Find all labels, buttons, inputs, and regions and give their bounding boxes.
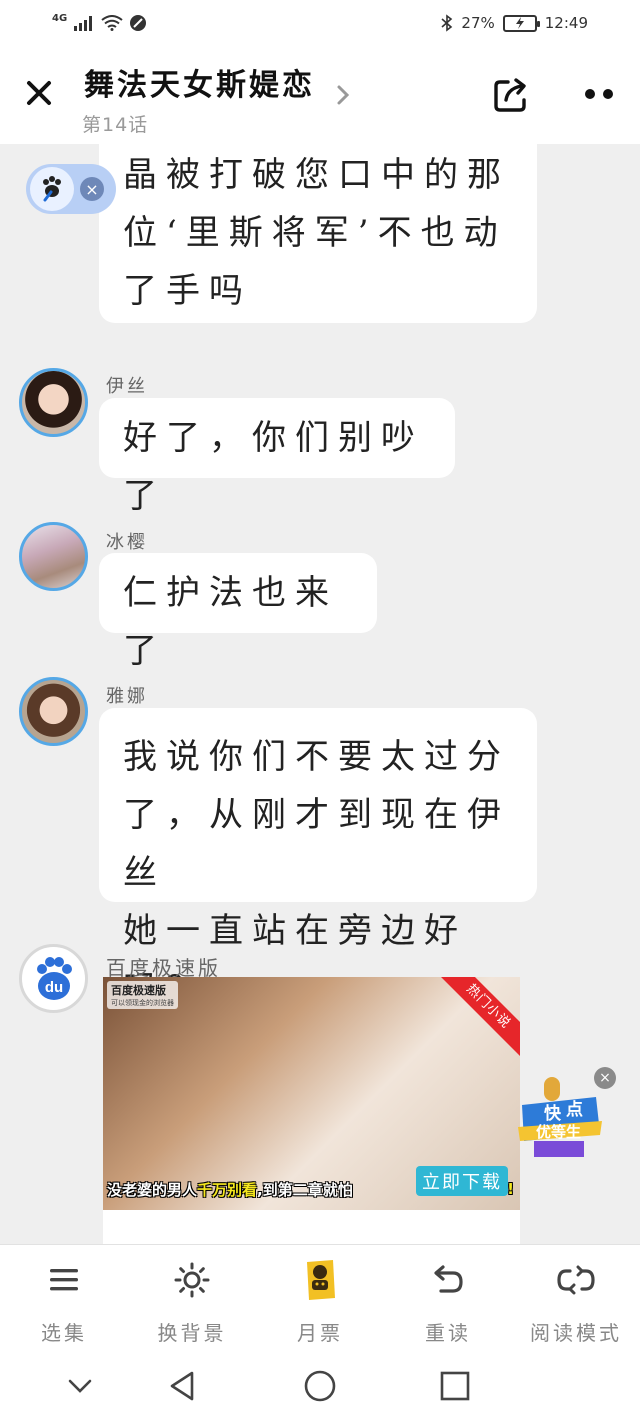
home-icon[interactable]: [302, 1368, 338, 1404]
undo-icon: [434, 1265, 463, 1293]
close-button[interactable]: [20, 74, 58, 112]
sender-name: 冰樱: [106, 532, 148, 553]
promo-badge-graphic: 快 点 优等生: [518, 1077, 602, 1157]
message-line: 我说你们不要太过分: [123, 737, 510, 777]
ad-brand-title: 百度极速版: [111, 984, 166, 997]
status-bar: 4G 27% 12:49: [0, 0, 640, 46]
message-line: 晶被打破您口中的那: [123, 155, 510, 195]
signal-icon: [74, 16, 93, 31]
share-button[interactable]: [490, 74, 532, 116]
svg-text:优等生: 优等生: [536, 1123, 581, 1141]
ad-caption-highlight: 千万别看: [197, 1180, 258, 1199]
toolbar-label: 阅读模式: [530, 1321, 622, 1345]
chevron-right-icon[interactable]: [336, 84, 350, 106]
ad-image[interactable]: 百度极速版 可以领现金的浏览器 热门小说 没老婆的男人 千万别看 ,到第二章就怕…: [103, 977, 520, 1210]
recents-icon[interactable]: [437, 1368, 473, 1404]
avatar[interactable]: [19, 677, 88, 746]
message-bubble: 仁护法也来了: [99, 553, 377, 671]
ticket-icon: [307, 1260, 335, 1300]
message-line: 好了，你们别吵了: [123, 418, 424, 516]
promo-close-button[interactable]: ×: [594, 1067, 616, 1089]
app-status-icon: [130, 15, 147, 31]
message-bubble: 好了，你们别吵了: [99, 398, 455, 516]
chapter-label: 第14话: [82, 114, 149, 136]
avatar[interactable]: [19, 368, 88, 437]
back-icon[interactable]: [165, 1368, 201, 1404]
toolbar-episodes[interactable]: 选集: [0, 1257, 128, 1346]
message-line: 了，从刚才到现在伊丝: [123, 795, 510, 893]
close-icon: [27, 81, 51, 105]
battery-icon: [502, 14, 540, 32]
floating-tool-badge[interactable]: ×: [26, 164, 116, 214]
loop-icon: [557, 1265, 595, 1295]
more-button[interactable]: [578, 82, 620, 106]
status-right: 27% 12:49: [441, 14, 588, 32]
system-navigation-bar: [0, 1350, 640, 1422]
ad-brand-sub: 可以领现金的浏览器: [111, 999, 174, 1007]
ad-card-bottom[interactable]: [103, 1210, 520, 1244]
svg-text:du: du: [44, 979, 62, 996]
toolbar-background[interactable]: 换背景: [128, 1257, 256, 1346]
battery-percent: 27%: [461, 14, 495, 32]
status-left: 4G: [52, 12, 147, 32]
toolbar-label: 换背景: [157, 1321, 227, 1345]
ad-caption-pre: 没老婆的男人: [107, 1180, 198, 1199]
message-bubble: 晶被打破您口中的那 位‘里斯将军’不也动 了手吗: [99, 144, 537, 323]
avatar[interactable]: [19, 522, 88, 591]
hide-keyboard-icon[interactable]: [62, 1368, 98, 1404]
ad-brand: 百度极速版 可以领现金的浏览器: [107, 981, 178, 1009]
ad-caption-end: !: [507, 1180, 514, 1198]
share-icon: [494, 78, 526, 112]
toolbar-reread[interactable]: 重读: [384, 1257, 512, 1346]
message-line: 位‘里斯将军’不也动: [123, 213, 507, 253]
ad-ribbon: 热门小说: [437, 977, 520, 1058]
sender-name: 雅娜: [106, 686, 148, 707]
floating-promo-badge[interactable]: 快 点 优等生: [516, 1075, 604, 1163]
paw-icon: [30, 167, 74, 211]
toolbar-reading-mode[interactable]: 阅读模式: [512, 1257, 640, 1346]
message-line: 了手吗: [123, 271, 252, 311]
clock: 12:49: [544, 14, 588, 32]
sender-name: 伊丝: [106, 376, 148, 397]
page-title[interactable]: 舞法天女斯媞恋: [84, 60, 315, 104]
wifi-icon: [101, 15, 123, 31]
network-type: 4G: [52, 12, 68, 24]
menu-icon: [50, 1269, 78, 1291]
bluetooth-icon: [441, 14, 453, 32]
message-line: 仁护法也来了: [123, 573, 338, 671]
baidu-paw-icon: du: [36, 956, 72, 1000]
message-bubble: 我说你们不要太过分 了，从刚才到现在伊丝 她一直站在旁边好吗？: [99, 708, 537, 1009]
toolbar-label: 月票: [297, 1321, 343, 1345]
advertiser-avatar[interactable]: du: [19, 944, 88, 1013]
sun-icon: [174, 1262, 210, 1298]
bottom-toolbar: 选集 换背景 月票 重读 阅读模式: [0, 1244, 640, 1350]
toolbar-label: 选集: [41, 1321, 87, 1345]
ad-download-button[interactable]: 立即下载: [416, 1166, 508, 1196]
close-icon[interactable]: ×: [80, 177, 104, 201]
more-icon: [585, 89, 613, 99]
svg-text:快: 快: [544, 1103, 562, 1124]
toolbar-monthly-ticket[interactable]: 月票: [256, 1257, 384, 1346]
ad-caption-post: ,到第二章就怕: [257, 1180, 353, 1199]
toolbar-label: 重读: [425, 1321, 471, 1345]
app-header: 舞法天女斯媞恋 第14话: [0, 46, 640, 144]
svg-text:点: 点: [566, 1099, 583, 1120]
